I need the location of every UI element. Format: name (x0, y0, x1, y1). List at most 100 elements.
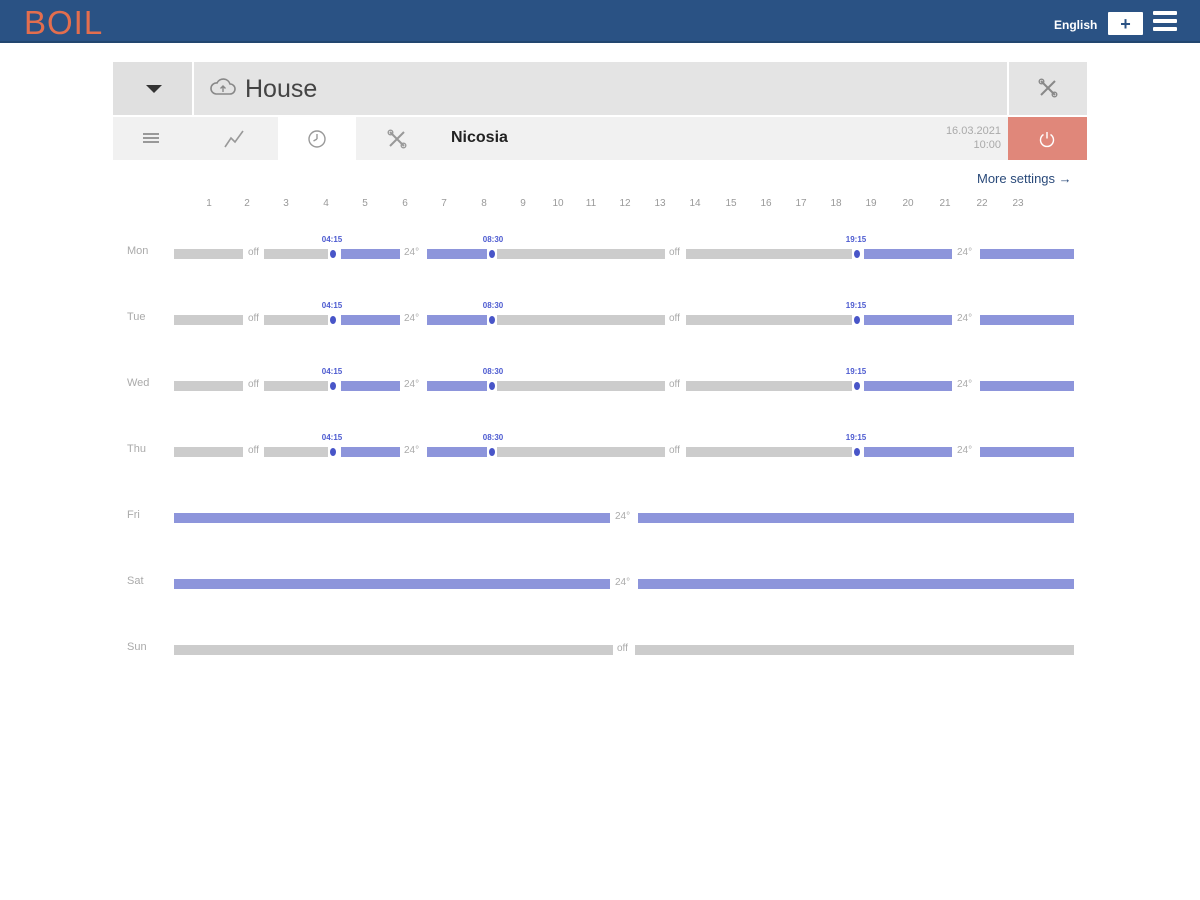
switch-point-handle[interactable] (852, 447, 862, 457)
heating-segment[interactable] (980, 447, 1074, 457)
more-settings-link[interactable]: More settings → (977, 171, 1072, 186)
heating-segment[interactable] (341, 381, 400, 391)
device-title-box: House (197, 62, 1005, 115)
switch-point-handle[interactable] (487, 249, 497, 259)
heating-segment[interactable] (174, 513, 610, 523)
switch-point-handle[interactable] (328, 249, 338, 259)
list-icon (143, 133, 159, 143)
device-time: 10:00 (973, 139, 1001, 151)
hour-label: 5 (362, 198, 368, 209)
heating-segment[interactable] (427, 315, 487, 325)
device-dropdown-button[interactable] (113, 62, 194, 115)
boil-logo[interactable]: BOIL (24, 4, 103, 42)
heating-segment[interactable] (427, 249, 487, 259)
hour-label: 12 (619, 198, 631, 209)
off-segment[interactable] (174, 249, 243, 259)
off-segment[interactable] (686, 381, 852, 391)
switch-point-handle[interactable] (487, 381, 497, 391)
off-segment[interactable] (264, 315, 328, 325)
schedule-row-mon: Mon off 24° off 24° 04:15 08:30 19:15 (0, 235, 1200, 267)
off-segment[interactable] (174, 447, 243, 457)
city-name: Nicosia (451, 129, 508, 146)
clock-icon (308, 130, 326, 148)
switch-point-handle[interactable] (487, 315, 497, 325)
hour-label: 3 (283, 198, 289, 209)
hour-label: 18 (830, 198, 842, 209)
switch-time-label: 04:15 (321, 433, 343, 442)
schedule-row-thu: Thu off 24° off 24° 04:15 08:30 19:15 (0, 433, 1200, 465)
tab-chart[interactable] (195, 117, 273, 160)
heating-segment[interactable] (864, 447, 952, 457)
segment-temperature-label: 24° (404, 379, 420, 390)
off-segment[interactable] (264, 249, 328, 259)
heating-segment[interactable] (980, 249, 1074, 259)
switch-time-label: 04:15 (321, 367, 343, 376)
switch-point-handle[interactable] (852, 249, 862, 259)
heating-segment[interactable] (864, 315, 952, 325)
off-segment[interactable] (497, 249, 665, 259)
tab-settings[interactable] (358, 117, 436, 160)
off-segment[interactable] (174, 381, 243, 391)
tools-icon (387, 129, 407, 149)
off-segment[interactable] (174, 315, 243, 325)
off-segment[interactable] (686, 249, 852, 259)
heating-segment[interactable] (341, 315, 400, 325)
hour-axis: 1 2 3 4 5 6 7 8 9 10 11 12 13 14 15 16 17 18 19 20 21 22 23 (0, 198, 1200, 212)
off-segment[interactable] (497, 381, 665, 391)
heating-segment[interactable] (980, 315, 1074, 325)
chart-line-icon (224, 130, 244, 148)
segment-temperature-label: 24° (957, 445, 973, 456)
off-segment[interactable] (497, 447, 665, 457)
hour-label: 2 (244, 198, 250, 209)
segment-temperature-label: off (248, 445, 259, 456)
hamburger-menu-icon[interactable] (1153, 11, 1177, 35)
day-label: Sat (127, 575, 144, 587)
heating-segment[interactable] (638, 513, 1074, 523)
device-date: 16.03.2021 (945, 125, 1001, 137)
power-button[interactable] (1008, 117, 1087, 160)
day-label: Thu (127, 443, 146, 455)
off-segment[interactable] (686, 447, 852, 457)
hour-label: 23 (1012, 198, 1024, 209)
segment-temperature-label: off (669, 313, 680, 324)
segment-temperature-label: 24° (404, 313, 420, 324)
segment-temperature-label: off (248, 247, 259, 258)
schedule-row-sat: Sat 24° (0, 567, 1200, 597)
switch-point-handle[interactable] (852, 381, 862, 391)
add-device-button[interactable]: + (1108, 12, 1143, 35)
heating-segment[interactable] (341, 249, 400, 259)
heating-segment[interactable] (864, 381, 952, 391)
heating-segment[interactable] (427, 381, 487, 391)
segment-temperature-label: off (669, 379, 680, 390)
switch-point-handle[interactable] (328, 447, 338, 457)
hour-label: 15 (725, 198, 737, 209)
heating-segment[interactable] (341, 447, 400, 457)
top-bar: BOIL English + (0, 0, 1200, 43)
off-segment[interactable] (635, 645, 1074, 655)
off-segment[interactable] (264, 381, 328, 391)
off-segment[interactable] (264, 447, 328, 457)
heating-segment[interactable] (427, 447, 487, 457)
off-segment[interactable] (686, 315, 852, 325)
heating-segment[interactable] (638, 579, 1074, 589)
device-header: House (113, 62, 1087, 115)
tab-schedule[interactable] (278, 117, 356, 160)
heating-segment[interactable] (864, 249, 952, 259)
switch-point-handle[interactable] (328, 381, 338, 391)
heating-segment[interactable] (174, 579, 610, 589)
switch-point-handle[interactable] (852, 315, 862, 325)
dropdown-arrow-icon (146, 85, 162, 93)
device-name: House (245, 75, 318, 103)
off-segment[interactable] (174, 645, 613, 655)
device-settings-button[interactable] (1007, 62, 1087, 115)
schedule-row-tue: Tue off 24° off 24° 04:15 08:30 19:15 (0, 301, 1200, 333)
tab-list[interactable] (113, 117, 191, 160)
off-segment[interactable] (497, 315, 665, 325)
switch-point-handle[interactable] (328, 315, 338, 325)
hour-label: 13 (654, 198, 666, 209)
language-selector[interactable]: English (1054, 18, 1097, 32)
heating-segment[interactable] (980, 381, 1074, 391)
tools-icon (1038, 78, 1058, 98)
schedule-row-fri: Fri 24° (0, 501, 1200, 531)
switch-point-handle[interactable] (487, 447, 497, 457)
